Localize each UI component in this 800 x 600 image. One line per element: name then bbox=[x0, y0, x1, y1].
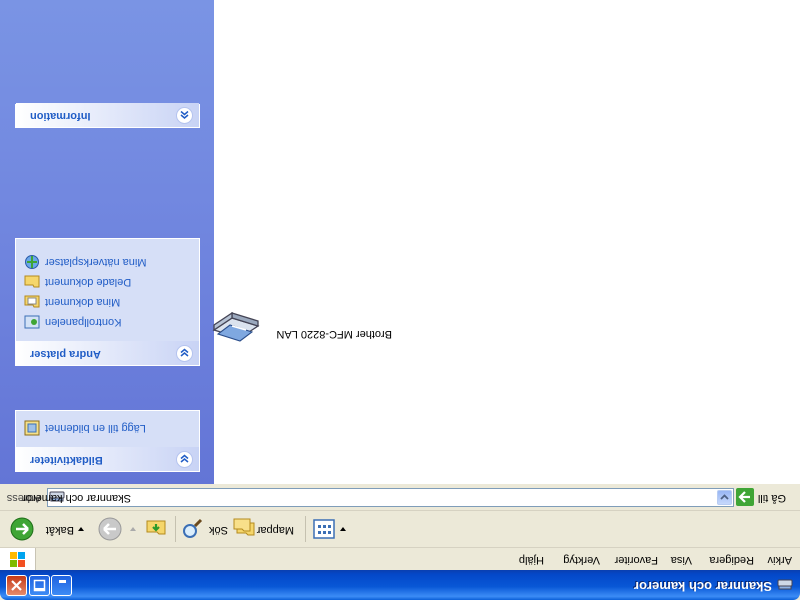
minimize-button[interactable] bbox=[51, 575, 72, 596]
forward-arrow-icon bbox=[98, 517, 122, 541]
shared-documents-icon bbox=[24, 275, 40, 288]
forward-dropdown-icon bbox=[130, 527, 136, 531]
image-tasks-panel: Bildaktiviteter Lägg till en bildenhet bbox=[15, 410, 200, 472]
explorer-window: Skannrar och kameror Arkiv Redigera Visa… bbox=[0, 0, 800, 600]
scanner-window-icon bbox=[777, 579, 793, 590]
back-label: Bakåt bbox=[45, 524, 74, 536]
views-icon bbox=[313, 519, 335, 539]
collapse-button[interactable] bbox=[176, 451, 193, 468]
image-tasks-title: Bildaktiviteter bbox=[30, 454, 103, 466]
back-dropdown-icon bbox=[78, 527, 84, 531]
other-places-title: Andra platser bbox=[30, 348, 101, 360]
maximize-icon bbox=[33, 579, 46, 592]
menu-favorites[interactable]: Favoriter bbox=[615, 554, 658, 566]
network-places-icon bbox=[25, 255, 39, 269]
address-bar: Adress Skannrar och kameror Gå till bbox=[0, 483, 800, 510]
device-label: Brother MFC-8220 LAN bbox=[276, 328, 392, 340]
add-device-icon bbox=[24, 420, 40, 436]
information-header[interactable]: Information bbox=[16, 103, 199, 127]
close-icon bbox=[11, 580, 22, 591]
task-label: Lägg till en bildenhet bbox=[45, 422, 146, 434]
close-button[interactable] bbox=[6, 575, 27, 596]
windows-flag-logo bbox=[0, 548, 36, 570]
address-dropdown-button[interactable] bbox=[717, 490, 732, 505]
search-label: Sök bbox=[209, 524, 228, 536]
place-label: Mina dokument bbox=[45, 296, 121, 308]
toolbar: Bakåt Sök Mappar bbox=[0, 510, 800, 547]
image-tasks-header[interactable]: Bildaktiviteter bbox=[16, 447, 199, 471]
menu-view[interactable]: Visa bbox=[671, 554, 692, 566]
control-panel-icon bbox=[24, 315, 40, 329]
information-title: Information bbox=[30, 110, 91, 122]
up-folder-icon bbox=[146, 520, 166, 535]
chevron-double-up-icon bbox=[180, 348, 189, 357]
address-value: Skannrar och kameror bbox=[22, 492, 131, 504]
title-bar[interactable]: Skannrar och kameror bbox=[0, 570, 800, 600]
windows-logo-icon bbox=[10, 552, 25, 567]
up-folder-button[interactable] bbox=[142, 517, 168, 541]
folders-icon bbox=[233, 518, 255, 536]
place-label: Kontrollpanelen bbox=[45, 316, 122, 328]
place-my-network-places[interactable]: Mina nätverksplatser bbox=[21, 253, 191, 271]
menu-help[interactable]: Hjälp bbox=[519, 554, 544, 566]
place-my-documents[interactable]: Mina dokument bbox=[21, 293, 191, 311]
folders-button[interactable]: Mappar bbox=[232, 517, 298, 541]
information-panel: Information bbox=[15, 103, 200, 128]
go-button[interactable]: Gå till bbox=[736, 488, 792, 506]
minimize-icon bbox=[59, 580, 66, 583]
back-arrow-icon bbox=[10, 517, 34, 541]
search-button[interactable]: Sök bbox=[178, 517, 228, 541]
scanner-icon bbox=[212, 312, 260, 342]
place-control-panel[interactable]: Kontrollpanelen bbox=[21, 313, 191, 331]
task-pane: Bildaktiviteter Lägg till en bildenhet A… bbox=[0, 0, 214, 484]
device-item[interactable]: Brother MFC-8220 LAN bbox=[212, 310, 392, 354]
expand-button[interactable] bbox=[176, 107, 193, 124]
collapse-button[interactable] bbox=[176, 345, 193, 362]
toolbar-separator bbox=[305, 516, 306, 542]
task-add-imaging-device[interactable]: Lägg till en bildenhet bbox=[21, 419, 191, 437]
other-places-panel: Andra platser Kontrollpanelen Mina dokum… bbox=[15, 238, 200, 366]
chevron-double-down-icon bbox=[180, 110, 189, 119]
window-title: Skannrar och kameror bbox=[633, 579, 772, 594]
place-label: Mina nätverksplatser bbox=[45, 256, 147, 268]
place-shared-documents[interactable]: Delade dokument bbox=[21, 273, 191, 291]
menu-file[interactable]: Arkiv bbox=[768, 554, 792, 566]
other-places-header[interactable]: Andra platser bbox=[16, 341, 199, 365]
place-label: Delade dokument bbox=[45, 276, 132, 288]
chevron-double-up-icon bbox=[180, 454, 189, 463]
menu-bar: Arkiv Redigera Visa Favoriter Verktyg Hj… bbox=[0, 547, 800, 570]
menu-edit[interactable]: Redigera bbox=[709, 554, 754, 566]
chevron-down-icon bbox=[720, 494, 729, 500]
views-dropdown-icon bbox=[340, 527, 346, 531]
maximize-button[interactable] bbox=[29, 575, 50, 596]
back-button[interactable]: Bakåt bbox=[10, 517, 84, 541]
search-icon bbox=[183, 518, 203, 538]
content-pane: Brother MFC-8220 LAN bbox=[212, 0, 800, 484]
my-documents-icon bbox=[24, 295, 40, 308]
address-field[interactable]: Skannrar och kameror bbox=[22, 488, 734, 507]
go-label: Gå till bbox=[757, 492, 786, 504]
views-button[interactable] bbox=[312, 517, 348, 541]
menu-tools[interactable]: Verktyg bbox=[563, 554, 600, 566]
forward-button[interactable] bbox=[96, 517, 136, 541]
toolbar-separator bbox=[175, 516, 176, 542]
go-arrow-icon bbox=[736, 488, 754, 506]
folders-label: Mappar bbox=[256, 524, 294, 536]
